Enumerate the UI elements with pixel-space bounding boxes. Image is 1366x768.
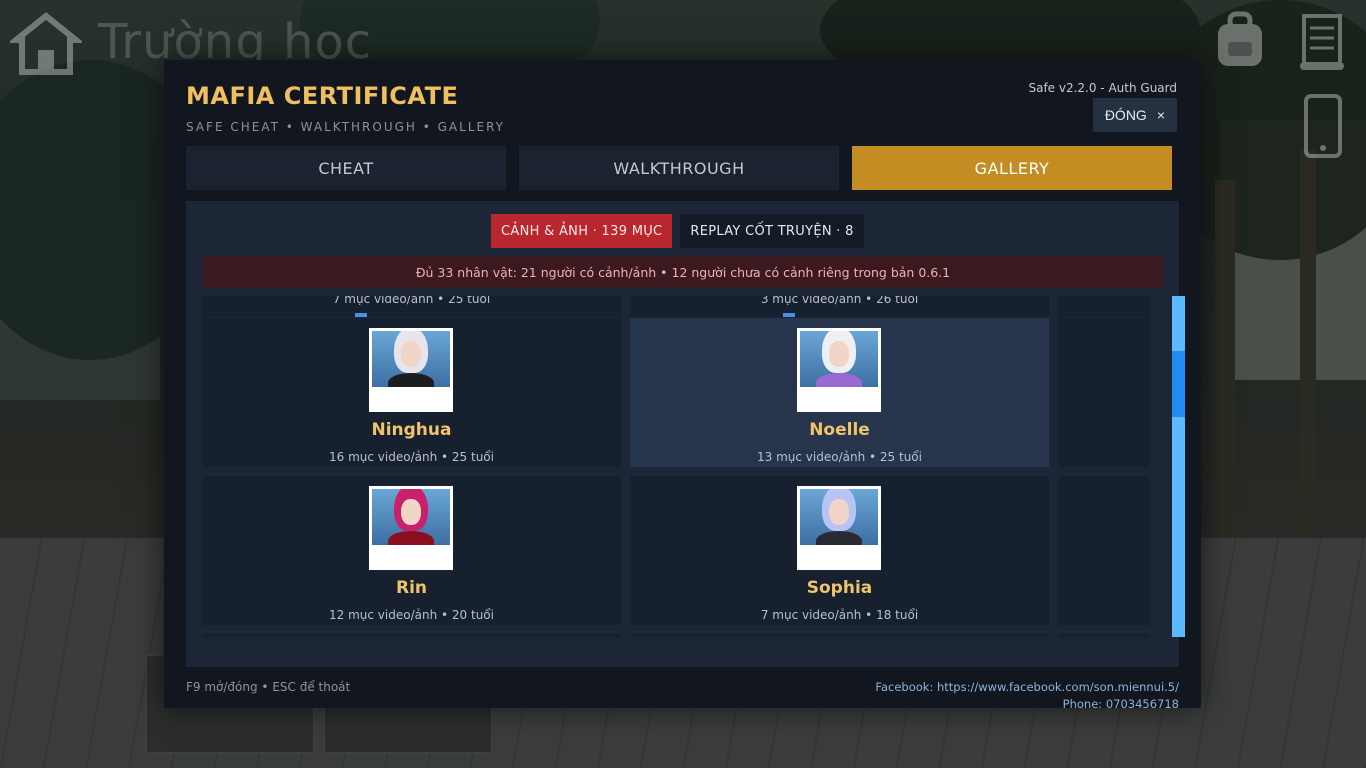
- character-card-ninghua[interactable]: Ninghua 16 mục video/ảnh • 25 tuổi: [202, 318, 621, 467]
- close-label: ĐÓNG: [1104, 107, 1147, 123]
- character-card-noelle[interactable]: Noelle 13 mục video/ảnh • 25 tuổi: [630, 318, 1049, 467]
- character-meta: 12 mục video/ảnh • 20 tuổi: [329, 608, 494, 622]
- character-name: Sophia: [806, 578, 873, 598]
- tab-walkthrough[interactable]: WALKTHROUGH: [519, 146, 839, 190]
- character-card-rin[interactable]: Rin 12 mục video/ảnh • 20 tuổi: [202, 476, 621, 625]
- character-card[interactable]: [1058, 318, 1150, 467]
- unlock-indicator: [783, 313, 795, 317]
- character-meta: 3 mục video/ảnh • 26 tuổi: [760, 296, 919, 306]
- subtab-scenes-images[interactable]: CẢNH & ẢNH · 139 MỤC: [491, 214, 673, 248]
- version-label: Safe v2.2.0 - Auth Guard: [1028, 81, 1177, 95]
- character-portrait: [797, 486, 881, 570]
- keyboard-hint: F9 mở/đóng • ESC để thoát: [186, 680, 351, 694]
- facebook-contact: Facebook: https://www.facebook.com/son.m…: [875, 680, 1179, 694]
- character-card[interactable]: [1058, 296, 1150, 317]
- unlock-indicator: [355, 313, 367, 317]
- character-meta: 7 mục video/ảnh • 18 tuổi: [760, 608, 919, 622]
- dialog-subtitle: SAFE CHEAT • WALKTHROUGH • GALLERY: [186, 120, 505, 134]
- gallery-scrollbar[interactable]: [1172, 296, 1185, 637]
- character-card[interactable]: 7 mục video/ảnh • 25 tuổi: [202, 296, 621, 317]
- character-portrait: [369, 328, 453, 412]
- dialog-title: MAFIA CERTIFICATE: [186, 82, 459, 110]
- tab-gallery[interactable]: GALLERY: [852, 146, 1172, 190]
- cheat-menu-dialog: MAFIA CERTIFICATE SAFE CHEAT • WALKTHROU…: [164, 60, 1201, 711]
- backpack-icon[interactable]: [1212, 10, 1268, 74]
- subtab-story-replay[interactable]: REPLAY CỐT TRUYỆN · 8: [680, 214, 864, 248]
- gallery-panel: CẢNH & ẢNH · 139 MỤC REPLAY CỐT TRUYỆN ·…: [186, 201, 1185, 667]
- home-icon: [7, 6, 85, 78]
- close-icon: ×: [1156, 107, 1165, 123]
- character-meta: 16 mục video/ảnh • 25 tuổi: [329, 450, 494, 464]
- character-card[interactable]: 3 mục video/ảnh • 26 tuổi: [630, 296, 1049, 317]
- gallery-subtabs: CẢNH & ẢNH · 139 MỤC REPLAY CỐT TRUYỆN ·…: [491, 214, 864, 248]
- character-card-sophia[interactable]: Sophia 7 mục video/ảnh • 18 tuổi: [630, 476, 1049, 625]
- character-name: Ninghua: [371, 420, 452, 440]
- close-button[interactable]: ĐÓNG ×: [1092, 98, 1177, 132]
- character-name: Noelle: [809, 420, 870, 440]
- phone-icon[interactable]: [1304, 94, 1342, 162]
- tab-cheat[interactable]: CHEAT: [186, 146, 506, 190]
- character-portrait: [797, 328, 881, 412]
- scrollbar-thumb[interactable]: [1172, 351, 1185, 417]
- phone-contact: Phone: 0703456718: [1062, 697, 1179, 711]
- main-tabs: CHEAT WALKTHROUGH GALLERY: [186, 146, 1172, 190]
- character-grid: 7 mục video/ảnh • 25 tuổi 3 mục video/ản…: [202, 296, 1164, 637]
- character-meta: 13 mục video/ảnh • 25 tuổi: [757, 450, 922, 464]
- character-name: Rin: [395, 578, 428, 598]
- character-card[interactable]: [202, 634, 621, 637]
- character-card[interactable]: [1058, 634, 1150, 637]
- character-card[interactable]: [630, 634, 1049, 637]
- quest-scroll-icon[interactable]: [1296, 14, 1348, 76]
- character-meta: 7 mục video/ảnh • 25 tuổi: [332, 296, 491, 306]
- character-card[interactable]: [1058, 476, 1150, 625]
- character-count-notice: Đủ 33 nhân vật: 21 người có cảnh/ảnh • 1…: [203, 256, 1163, 288]
- character-portrait: [369, 486, 453, 570]
